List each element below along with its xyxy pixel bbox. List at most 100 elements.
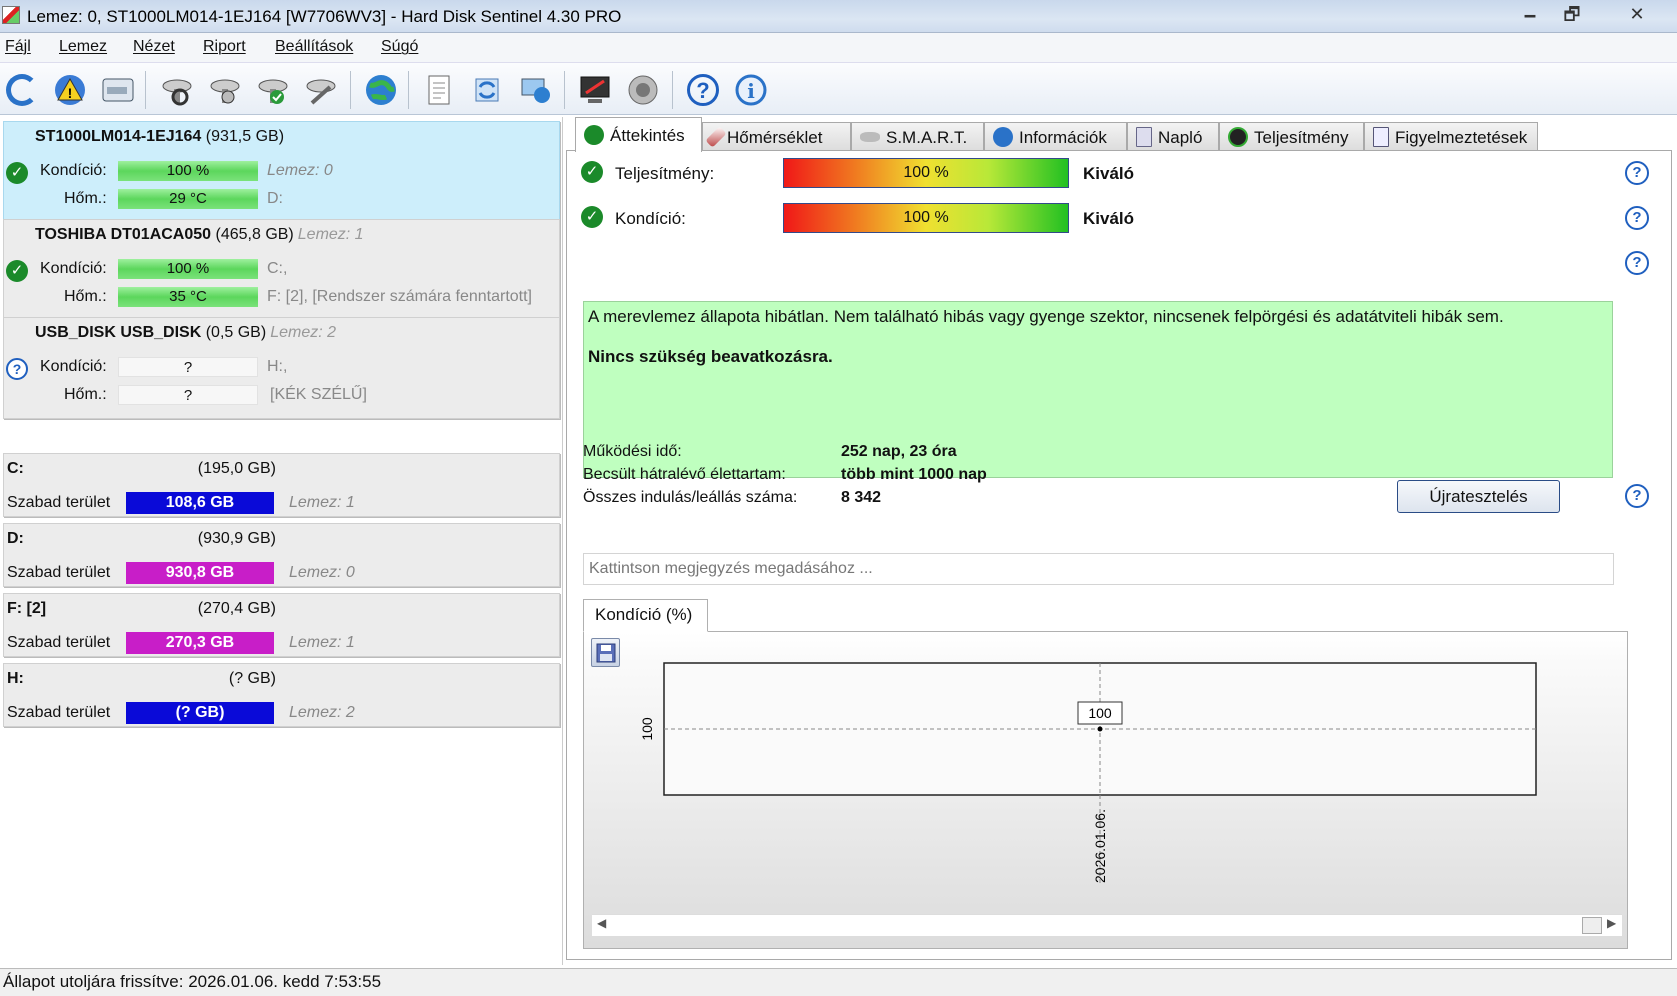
help-icon[interactable]: ?	[1625, 161, 1649, 185]
note-input[interactable]: Kattintson megjegyzés megadásához ...	[583, 553, 1614, 585]
free-space-label: Szabad terület	[7, 494, 111, 511]
free-space-label: Szabad terület	[7, 634, 111, 651]
disk-name: USB_DISK USB_DISK (0,5 GB) Lemez: 2	[35, 324, 336, 341]
free-space-bar: (? GB)	[126, 702, 274, 724]
menu-file[interactable]: Fájl	[5, 38, 31, 56]
disk-test-icon[interactable]	[158, 71, 196, 109]
volume-size: (195,0 GB)	[197, 460, 276, 477]
tab-smart[interactable]: S.M.A.R.T.	[851, 122, 984, 151]
help-icon[interactable]: ?	[1625, 484, 1649, 508]
globe-icon[interactable]	[362, 71, 400, 109]
ok-status-icon: ✓	[581, 206, 603, 228]
scroll-right-icon[interactable]: ▶	[1607, 916, 1616, 930]
tab-label: S.M.A.R.T.	[886, 127, 968, 147]
menu-disk[interactable]: Lemez	[59, 38, 107, 56]
disk-tools-icon[interactable]	[302, 71, 340, 109]
condition-bar: 100 %	[118, 259, 258, 279]
tab-alerts[interactable]: Figyelmeztetések	[1364, 122, 1538, 151]
alert-icon[interactable]: !	[51, 71, 89, 109]
disk-surface-icon[interactable]	[206, 71, 244, 109]
temperature-label: Hőm.:	[64, 288, 107, 305]
chart-scrollbar[interactable]: ◀ ▶	[592, 914, 1622, 936]
disk-name: ST1000LM014-1EJ164 (931,5 GB)	[35, 128, 285, 145]
condition-rating: Kiváló	[1083, 209, 1135, 228]
network-icon[interactable]	[516, 71, 554, 109]
tab-label: Áttekintés	[610, 125, 685, 145]
condition-label: Kondíció:	[615, 209, 686, 228]
menu-help[interactable]: Súgó	[381, 38, 418, 56]
minimize-button[interactable]: 🗕	[1513, 2, 1547, 26]
disk-volumes: C:,	[267, 260, 288, 277]
volume-item[interactable]: F: [2] (270,4 GB) Szabad terület 270,3 G…	[3, 593, 560, 657]
volume-item[interactable]: H: (? GB) Szabad terület (? GB) Lemez: 2	[3, 663, 560, 727]
help-icon[interactable]: ?	[684, 71, 722, 109]
status-bar: Állapot utoljára frissítve: 2026.01.06. …	[0, 968, 1677, 996]
tab-log[interactable]: Napló	[1127, 122, 1219, 151]
menu-report[interactable]: Riport	[203, 38, 246, 56]
condition-bar: ?	[118, 357, 258, 377]
free-space-label: Szabad terület	[7, 564, 111, 581]
refresh-icon[interactable]	[3, 71, 41, 109]
lifetime-label: Becsült hátralévő élettartam:	[583, 466, 786, 483]
sync-icon[interactable]	[468, 71, 506, 109]
tab-label: Információk	[1019, 127, 1107, 147]
tab-label: Hőmérséklet	[727, 127, 823, 147]
tab-temperature[interactable]: Hőmérséklet	[702, 122, 851, 151]
volume-disk-number: Lemez: 1	[289, 494, 355, 511]
disk-volumes-extra: F: [2], [Rendszer számára fenntartott]	[267, 288, 532, 305]
menu-settings[interactable]: Beállítások	[275, 38, 353, 56]
tab-information[interactable]: Információk	[984, 122, 1127, 151]
disk-volumes: H:,	[267, 358, 288, 375]
maximize-button[interactable]: 🗗	[1555, 2, 1589, 26]
ok-status-icon: ✓	[581, 161, 603, 183]
disk-label: [KÉK SZÉLŰ]	[270, 386, 367, 403]
uptime-value: 252 nap, 23 óra	[841, 443, 957, 460]
tab-overview[interactable]: Áttekintés	[575, 117, 702, 152]
disk-list-pane: ST1000LM014-1EJ164 (931,5 GB) ✓ Kondíció…	[0, 117, 563, 965]
disk-item[interactable]: TOSHIBA DT01ACA050 (465,8 GB) Lemez: 1 ✓ …	[3, 219, 560, 321]
retest-button[interactable]: Újratesztelés	[1397, 480, 1560, 513]
lifetime-value: több mint 1000 nap	[841, 466, 987, 483]
volume-size: (? GB)	[228, 670, 276, 687]
ok-icon	[584, 125, 604, 145]
scroll-thumb[interactable]	[1582, 917, 1602, 934]
menu-bar: Fájl Lemez Nézet Riport Beállítások Súgó	[0, 33, 1677, 63]
disk-item[interactable]: USB_DISK USB_DISK (0,5 GB) Lemez: 2 ? Kon…	[3, 317, 560, 419]
speaker-icon[interactable]	[624, 71, 662, 109]
help-icon[interactable]: ?	[1625, 251, 1649, 275]
volume-name: C:	[7, 460, 24, 477]
scroll-left-icon[interactable]: ◀	[597, 916, 606, 930]
gauge-icon	[1228, 127, 1248, 147]
performance-bar: 100 %	[783, 158, 1069, 188]
volume-item[interactable]: D: (930,9 GB) Szabad terület 930,8 GB Le…	[3, 523, 560, 587]
tab-label: Napló	[1158, 127, 1203, 147]
disk-number: Lemez: 0	[267, 162, 333, 179]
condition-bar: 100 %	[118, 161, 258, 181]
volume-name: H:	[7, 670, 24, 687]
tab-label: Figyelmeztetések	[1395, 127, 1528, 147]
tab-label: Teljesítmény	[1254, 127, 1349, 147]
tab-condition-chart[interactable]: Kondíció (%)	[583, 599, 708, 632]
volume-item[interactable]: C: (195,0 GB) Szabad terület 108,6 GB Le…	[3, 453, 560, 517]
tab-bar: Áttekintés Hőmérséklet S.M.A.R.T. Inform…	[566, 117, 1677, 152]
status-action: Nincs szükség beavatkozásra.	[588, 347, 833, 366]
monitor-icon[interactable]	[576, 71, 614, 109]
condition-bar: 100 %	[783, 203, 1069, 233]
disk-item[interactable]: ST1000LM014-1EJ164 (931,5 GB) ✓ Kondíció…	[3, 121, 560, 223]
close-button[interactable]: ✕	[1620, 2, 1654, 26]
volume-disk-number: Lemez: 0	[289, 564, 355, 581]
start-stop-value: 8 342	[841, 489, 882, 506]
disk-check-icon[interactable]	[254, 71, 292, 109]
svg-text:i: i	[747, 79, 755, 103]
report-icon[interactable]	[420, 71, 458, 109]
free-space-bar: 108,6 GB	[126, 492, 274, 514]
tab-performance[interactable]: Teljesítmény	[1219, 122, 1364, 151]
help-icon[interactable]: ?	[1625, 206, 1649, 230]
info-icon[interactable]: i	[732, 71, 770, 109]
free-space-bar: 930,8 GB	[126, 562, 274, 584]
condition-label: Kondíció:	[40, 162, 107, 179]
status-text: A merevlemez állapota hibátlan. Nem talá…	[588, 307, 1504, 326]
thermometer-icon	[705, 126, 727, 148]
disk-info-icon[interactable]	[99, 71, 137, 109]
menu-view[interactable]: Nézet	[133, 38, 175, 56]
